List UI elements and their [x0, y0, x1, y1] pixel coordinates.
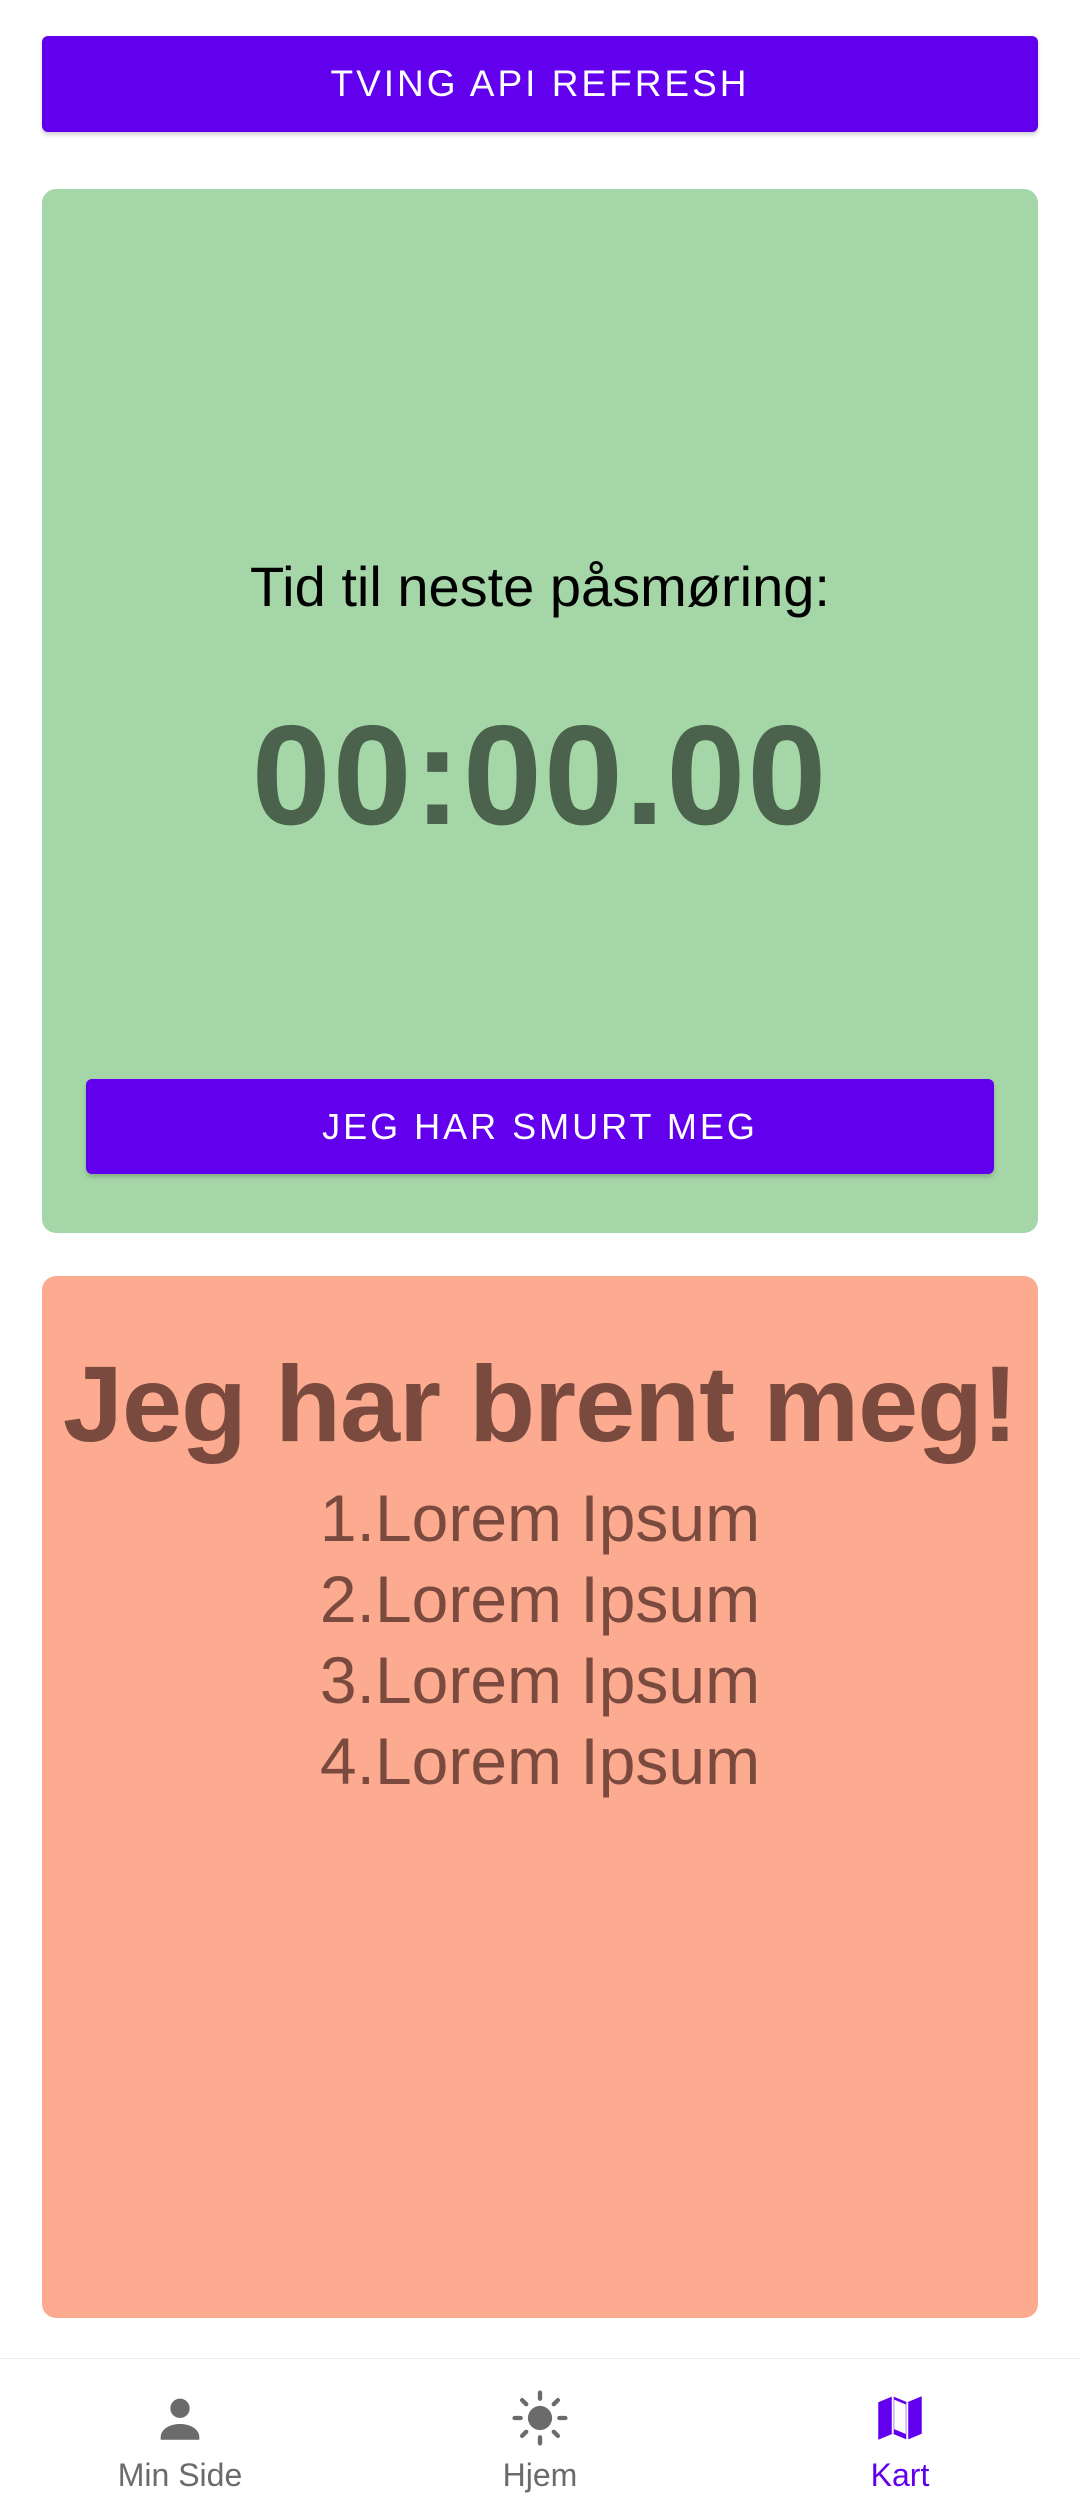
timer-label: Tid til neste påsmøring: — [250, 555, 830, 618]
sun-icon — [512, 2390, 568, 2446]
applied-sunscreen-button[interactable]: JEG HAR SMURT MEG — [86, 1079, 994, 1174]
map-icon — [878, 2396, 922, 2440]
bottom-navigation: Min Side Hjem Kart — [0, 2358, 1080, 2507]
nav-item-kart[interactable]: Kart — [720, 2359, 1080, 2507]
person-icon — [160, 2398, 200, 2440]
app-screen: TVING API REFRESH Tid til neste påsmørin… — [0, 0, 1080, 2507]
list-item: 1.Lorem Ipsum — [319, 1481, 761, 1555]
list-item: 2.Lorem Ipsum — [319, 1562, 761, 1636]
nav-label: Min Side — [117, 2457, 243, 2493]
burn-advice-list: 1.Lorem Ipsum 2.Lorem Ipsum 3.Lorem Ipsu… — [42, 1478, 1038, 1802]
timer-countdown: 00:00.00 — [251, 696, 829, 855]
nav-label: Kart — [870, 2457, 930, 2493]
burn-title: Jeg har brent meg! — [62, 1343, 1018, 1464]
list-item: 4.Lorem Ipsum — [319, 1724, 761, 1798]
nav-item-min-side[interactable]: Min Side — [0, 2359, 360, 2507]
burn-card[interactable]: Jeg har brent meg! 1.Lorem Ipsum 2.Lorem… — [42, 1276, 1038, 2318]
list-item: 3.Lorem Ipsum — [319, 1643, 761, 1717]
nav-label: Hjem — [502, 2457, 578, 2493]
api-refresh-button[interactable]: TVING API REFRESH — [42, 36, 1038, 132]
timer-card: Tid til neste påsmøring: 00:00.00 JEG HA… — [42, 189, 1038, 1233]
nav-item-hjem[interactable]: Hjem — [360, 2359, 720, 2507]
